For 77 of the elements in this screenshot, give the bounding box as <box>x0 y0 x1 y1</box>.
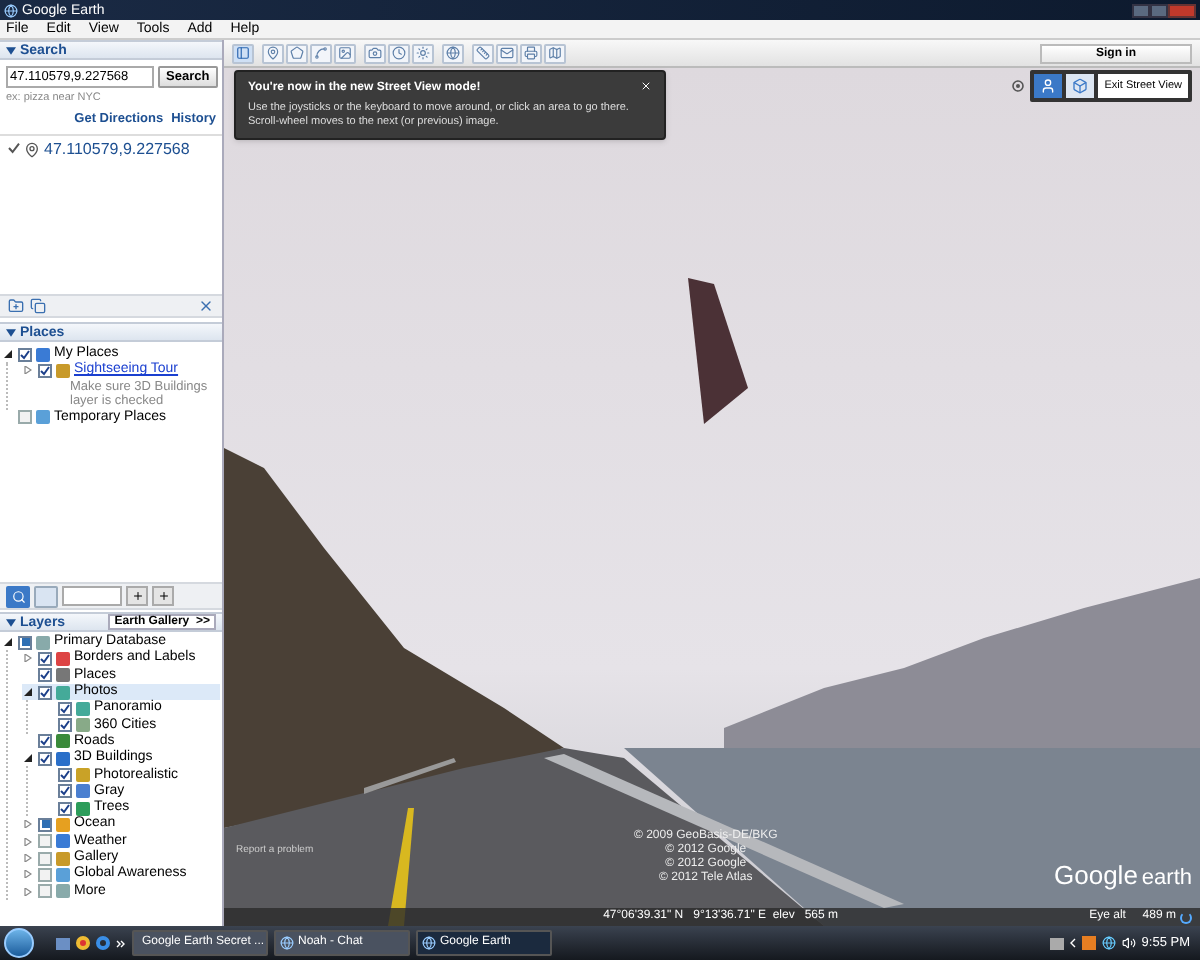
layer-filter-field[interactable] <box>62 586 122 606</box>
checkbox[interactable] <box>38 834 52 849</box>
checkbox[interactable] <box>38 884 52 899</box>
joystick-icon[interactable] <box>1012 80 1025 92</box>
cube-icon <box>1072 78 1089 94</box>
double-chevron-icon[interactable] <box>116 939 126 947</box>
plus-icon <box>131 590 143 602</box>
expanded-arrow-icon[interactable] <box>24 688 32 697</box>
checkbox[interactable] <box>38 668 52 683</box>
person-icon <box>1040 78 1057 94</box>
app-globe-icon <box>4 3 18 17</box>
sidebar-icon[interactable] <box>232 43 254 63</box>
cube-button[interactable] <box>1066 74 1095 98</box>
pin-icon[interactable] <box>262 43 284 63</box>
plus-button[interactable] <box>126 586 148 606</box>
copy-icon[interactable] <box>30 298 46 314</box>
checkbox[interactable] <box>38 685 52 700</box>
speaker-icon[interactable] <box>1121 936 1136 950</box>
search-tab-button[interactable] <box>6 585 30 607</box>
globe-icon[interactable] <box>442 43 464 63</box>
network-icon[interactable] <box>1101 936 1116 950</box>
collapsed-arrow-icon[interactable] <box>24 887 32 896</box>
collapse-triangle-icon <box>6 327 16 337</box>
checkbox[interactable] <box>58 784 72 799</box>
checkbox[interactable] <box>38 851 52 865</box>
plus-icon <box>157 590 169 602</box>
printer-icon[interactable] <box>520 43 542 63</box>
google-earth-logo: Google earth <box>1054 857 1192 894</box>
checkbox[interactable] <box>38 651 52 666</box>
collapsed-arrow-icon[interactable] <box>24 854 32 862</box>
check-icon <box>8 142 20 154</box>
path-icon[interactable] <box>310 43 332 63</box>
checkbox[interactable] <box>18 347 32 362</box>
expanded-arrow-icon[interactable] <box>4 638 12 647</box>
maximize-button[interactable] <box>1150 3 1168 17</box>
add-folder-icon[interactable] <box>8 298 24 314</box>
expanded-arrow-icon[interactable] <box>24 754 32 763</box>
person-button[interactable] <box>1034 74 1063 98</box>
collapsed-arrow-icon[interactable] <box>24 820 32 829</box>
checkbox[interactable] <box>18 410 32 425</box>
start-orb-icon[interactable] <box>4 928 34 958</box>
globe-icon <box>280 936 294 950</box>
camera-icon[interactable] <box>364 43 386 63</box>
collapse-triangle-icon <box>6 45 16 55</box>
image-overlay-icon[interactable] <box>334 43 356 63</box>
plus-button[interactable] <box>152 586 174 606</box>
search-result[interactable]: 47.110579,9.227568 <box>44 142 190 158</box>
collapsed-arrow-icon[interactable] <box>24 837 32 846</box>
sun-icon[interactable] <box>412 43 434 63</box>
checkbox[interactable] <box>38 751 52 766</box>
app-tray-icon[interactable] <box>1081 936 1096 950</box>
search-icon <box>11 589 25 603</box>
checkbox[interactable] <box>38 867 52 882</box>
collapsed-arrow-icon[interactable] <box>24 870 32 879</box>
clock-icon[interactable] <box>388 43 410 63</box>
chevron-icon[interactable] <box>1069 938 1076 948</box>
mail-icon[interactable] <box>496 43 518 63</box>
checkbox[interactable] <box>58 768 72 783</box>
minimize-button[interactable] <box>1132 3 1150 17</box>
globe-icon <box>422 936 436 950</box>
pin-icon <box>24 142 40 158</box>
loading-icon <box>1179 911 1192 923</box>
desktop-icon[interactable] <box>56 937 70 949</box>
layer-icon <box>36 410 50 425</box>
checkbox[interactable] <box>38 734 52 749</box>
checkbox[interactable] <box>58 701 72 716</box>
polygon-icon[interactable] <box>286 43 308 63</box>
collapsed-arrow-icon[interactable] <box>24 654 32 663</box>
checkbox[interactable] <box>58 718 72 733</box>
checkbox[interactable] <box>58 801 72 816</box>
map-icon[interactable] <box>544 43 566 63</box>
collapsed-arrow-icon[interactable] <box>24 366 32 375</box>
collapse-triangle-icon <box>6 617 16 627</box>
close-button[interactable] <box>1168 3 1196 17</box>
expanded-arrow-icon[interactable] <box>4 350 12 359</box>
checkbox[interactable] <box>38 363 52 378</box>
ruler-icon[interactable] <box>472 43 494 63</box>
